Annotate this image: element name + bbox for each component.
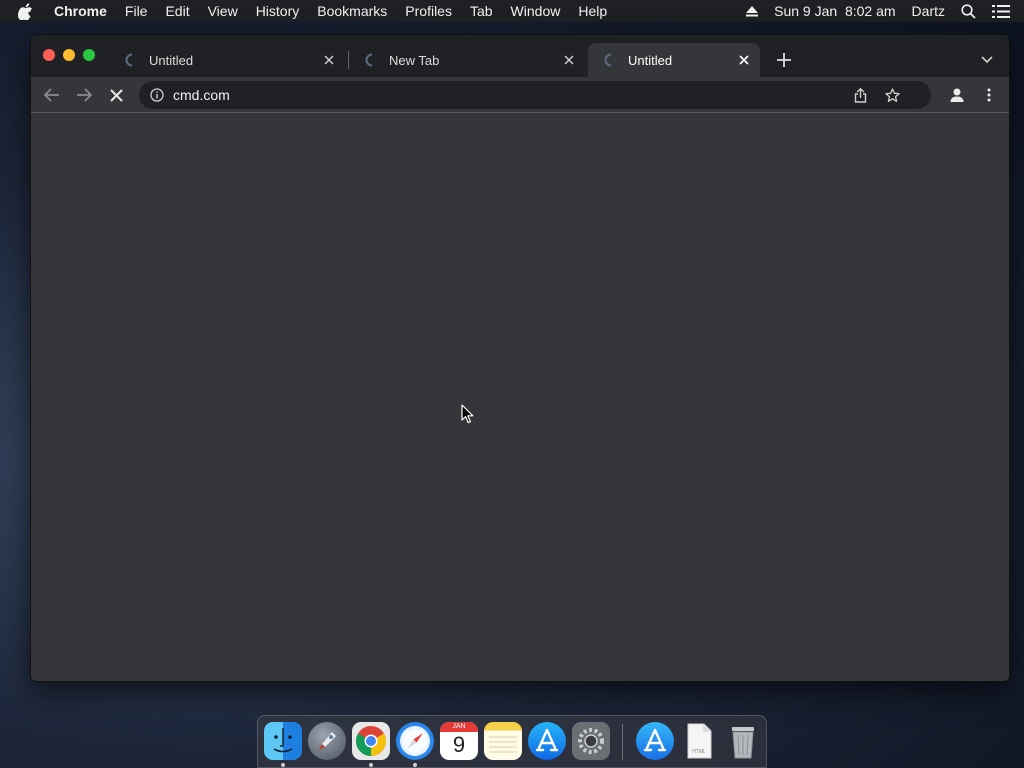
chrome-icon[interactable] bbox=[352, 722, 390, 760]
user-name[interactable]: Dartz bbox=[912, 3, 945, 19]
menu-bar-status-area: Sun 9 Jan 8:02 am Dartz bbox=[746, 0, 1024, 22]
close-tab-icon[interactable] bbox=[736, 52, 752, 68]
safari-icon[interactable] bbox=[396, 722, 434, 760]
menu-history[interactable]: History bbox=[256, 3, 300, 19]
address-bar[interactable]: cmd.com bbox=[139, 81, 931, 109]
stop-loading-icon[interactable] bbox=[104, 83, 128, 107]
launchpad-icon[interactable] bbox=[308, 722, 346, 760]
url-text[interactable]: cmd.com bbox=[173, 87, 230, 103]
system-preferences-icon[interactable] bbox=[572, 722, 610, 760]
minimize-window-button[interactable] bbox=[63, 49, 75, 61]
tab-untitled-1[interactable]: Untitled bbox=[109, 43, 345, 77]
menu-app-name[interactable]: Chrome bbox=[54, 3, 107, 19]
close-window-button[interactable] bbox=[43, 49, 55, 61]
running-indicator bbox=[413, 763, 417, 767]
menu-file[interactable]: File bbox=[125, 3, 148, 19]
control-center-icon[interactable] bbox=[992, 4, 1010, 18]
forward-icon[interactable] bbox=[72, 83, 96, 107]
menu-help[interactable]: Help bbox=[578, 3, 607, 19]
profile-icon[interactable] bbox=[945, 83, 969, 107]
html-document-label: HTML bbox=[692, 749, 706, 755]
mouse-pointer-icon bbox=[461, 404, 474, 424]
zoom-window-button[interactable] bbox=[83, 49, 95, 61]
browser-toolbar: cmd.com bbox=[31, 77, 1009, 113]
tab-title: Untitled bbox=[149, 52, 194, 68]
close-tab-icon[interactable] bbox=[561, 52, 577, 68]
tab-strip: Untitled New Tab Untitled bbox=[31, 35, 1009, 77]
close-tab-icon[interactable] bbox=[321, 52, 337, 68]
site-info-icon[interactable] bbox=[149, 87, 165, 103]
trash-icon[interactable] bbox=[724, 722, 762, 760]
loading-spinner-icon bbox=[604, 53, 618, 67]
menu-edit[interactable]: Edit bbox=[165, 3, 189, 19]
page-content-blank[interactable] bbox=[31, 114, 1009, 681]
new-tab-plus-icon[interactable] bbox=[774, 50, 794, 70]
clock[interactable]: Sun 9 Jan 8:02 am bbox=[774, 3, 895, 19]
share-icon[interactable] bbox=[851, 86, 869, 104]
loading-spinner-icon bbox=[365, 53, 379, 67]
browser-window: Untitled New Tab Untitled cmd.com bbox=[30, 34, 1010, 682]
finder-icon[interactable] bbox=[264, 722, 302, 760]
notes-icon[interactable] bbox=[484, 722, 522, 760]
loading-spinner-icon bbox=[125, 53, 139, 67]
tab-new-tab[interactable]: New Tab bbox=[349, 43, 585, 77]
bookmark-star-icon[interactable] bbox=[883, 86, 901, 104]
running-indicator bbox=[369, 763, 373, 767]
apple-menu-icon[interactable] bbox=[18, 2, 40, 20]
spotlight-search-icon[interactable] bbox=[961, 3, 976, 19]
eject-icon[interactable] bbox=[746, 5, 759, 17]
running-indicator bbox=[281, 763, 285, 767]
menu-profiles[interactable]: Profiles bbox=[405, 3, 452, 19]
html-document-icon[interactable]: HTML bbox=[680, 722, 718, 760]
menu-kebab-icon[interactable] bbox=[977, 83, 1001, 107]
calendar-day-label: 9 bbox=[452, 732, 466, 757]
tab-search-chevron-down-icon[interactable] bbox=[977, 50, 997, 70]
tab-title: Untitled bbox=[628, 52, 673, 68]
menu-bookmarks[interactable]: Bookmarks bbox=[317, 3, 387, 19]
tab-untitled-active[interactable]: Untitled bbox=[588, 43, 760, 77]
dock-separator bbox=[622, 724, 623, 760]
back-icon[interactable] bbox=[40, 83, 64, 107]
calendar-month-label: JAN bbox=[440, 722, 478, 732]
menu-tab[interactable]: Tab bbox=[470, 3, 493, 19]
tab-title: New Tab bbox=[389, 52, 440, 68]
menu-window[interactable]: Window bbox=[511, 3, 561, 19]
dock: JAN 9 HTML bbox=[257, 715, 767, 768]
menu-bar: Chrome File Edit View History Bookmarks … bbox=[0, 0, 1024, 22]
menu-view[interactable]: View bbox=[208, 3, 238, 19]
calendar-icon[interactable]: JAN 9 bbox=[440, 722, 478, 760]
applications-folder-icon[interactable] bbox=[636, 722, 674, 760]
app-store-icon[interactable] bbox=[528, 722, 566, 760]
